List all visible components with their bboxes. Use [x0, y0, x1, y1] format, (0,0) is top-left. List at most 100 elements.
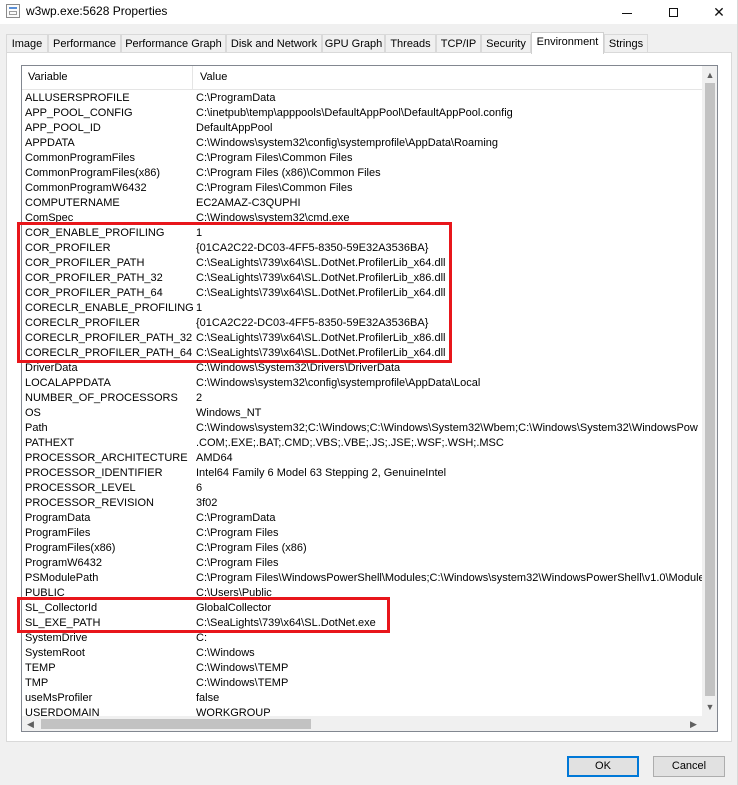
value-cell: 1	[196, 227, 203, 239]
table-row[interactable]: ProgramW6432 C:\Program Files	[22, 556, 702, 571]
table-row[interactable]: CORECLR_PROFILER_PATH_32 C:\SeaLights\739…	[22, 331, 702, 346]
value-cell: C:\Users\Public	[196, 587, 272, 599]
table-row[interactable]: CommonProgramW6432 C:\Program Files\Commo…	[22, 181, 702, 196]
table-row[interactable]: PROCESSOR_IDENTIFIER Intel64 Family 6 Mod…	[22, 466, 702, 481]
table-row[interactable]: PUBLIC C:\Users\Public	[22, 586, 702, 601]
variable-cell: NUMBER_OF_PROCESSORS	[25, 392, 178, 404]
scroll-left-button[interactable]: ◀	[22, 716, 39, 731]
table-row[interactable]: COR_PROFILER {01CA2C22-DC03-4FF5-8350-59E…	[22, 241, 702, 256]
table-row[interactable]: CORECLR_ENABLE_PROFILING 1	[22, 301, 702, 316]
value-cell: C:\Windows\TEMP	[196, 662, 289, 674]
scroll-up-button[interactable]: ▲	[702, 66, 717, 83]
minimize-icon	[622, 12, 632, 14]
tab-disk-and-network[interactable]: Disk and Network	[226, 34, 322, 52]
variable-cell: PATHEXT	[25, 437, 75, 449]
variable-cell: DriverData	[25, 362, 78, 374]
table-row[interactable]: APP_POOL_ID DefaultAppPool	[22, 121, 702, 136]
table-row[interactable]: TMP C:\Windows\TEMP	[22, 676, 702, 691]
table-row[interactable]: ProgramFiles C:\Program Files	[22, 526, 702, 541]
tab-tcp-ip[interactable]: TCP/IP	[436, 34, 481, 52]
table-row[interactable]: CommonProgramFiles(x86) C:\Program Files …	[22, 166, 702, 181]
vertical-scrollbar[interactable]: ▲ ▼	[702, 66, 717, 716]
variable-cell: ALLUSERSPROFILE	[25, 92, 130, 104]
table-row[interactable]: COR_PROFILER_PATH_64 C:\SeaLights\739\x64…	[22, 286, 702, 301]
column-header-variable[interactable]: Variable	[22, 66, 193, 89]
table-row[interactable]: APPDATA C:\Windows\system32\config\system…	[22, 136, 702, 151]
table-row[interactable]: PROCESSOR_LEVEL 6	[22, 481, 702, 496]
table-row[interactable]: PROCESSOR_ARCHITECTURE AMD64	[22, 451, 702, 466]
value-cell: C:\Windows\system32\cmd.exe	[196, 212, 350, 224]
value-cell: 6	[196, 482, 203, 494]
scroll-right-button[interactable]: ▶	[685, 716, 702, 731]
tab-gpu-graph[interactable]: GPU Graph	[322, 34, 385, 52]
table-row[interactable]: Path C:\Windows\system32;C:\Windows;C:\Wi…	[22, 421, 702, 436]
value-cell: C:\Program Files (x86)	[196, 542, 307, 554]
table-row[interactable]: ProgramData C:\ProgramData	[22, 511, 702, 526]
value-cell: C:\Program Files (x86)\Common Files	[196, 167, 381, 179]
table-row[interactable]: CORECLR_PROFILER {01CA2C22-DC03-4FF5-8350…	[22, 316, 702, 331]
close-button[interactable]: ✕	[696, 0, 738, 24]
table-row[interactable]: useMsProfiler false	[22, 691, 702, 706]
value-cell: C:\Windows\system32\config\systemprofile…	[196, 377, 481, 389]
table-row[interactable]: ALLUSERSPROFILE C:\ProgramData	[22, 91, 702, 106]
value-cell: C:\inetpub\temp\apppools\DefaultAppPool\…	[196, 107, 513, 119]
value-cell: 1	[196, 302, 203, 314]
table-row[interactable]: SL_EXE_PATH C:\SeaLights\739\x64\SL.DotNe…	[22, 616, 702, 631]
tab-strings[interactable]: Strings	[604, 34, 648, 52]
horizontal-scrollbar[interactable]: ◀ ▶	[22, 716, 702, 731]
variable-cell: APP_POOL_ID	[25, 122, 101, 134]
value-cell: C:\SeaLights\739\x64\SL.DotNet.ProfilerL…	[196, 332, 446, 344]
table-row[interactable]: NUMBER_OF_PROCESSORS 2	[22, 391, 702, 406]
table-row[interactable]: COR_PROFILER_PATH_32 C:\SeaLights\739\x64…	[22, 271, 702, 286]
table-row[interactable]: APP_POOL_CONFIG C:\inetpub\temp\apppools\…	[22, 106, 702, 121]
variable-cell: ProgramData	[25, 512, 91, 524]
table-row[interactable]: PATHEXT .COM;.EXE;.BAT;.CMD;.VBS;.VBE;.JS…	[22, 436, 702, 451]
triangle-right-icon: ▶	[690, 718, 697, 729]
title-bar[interactable]: w3wp.exe:5628 Properties ✕	[0, 0, 737, 24]
table-row[interactable]: PSModulePath C:\Program Files\WindowsPowe…	[22, 571, 702, 586]
value-cell: 3f02	[196, 497, 218, 509]
table-row[interactable]: COR_ENABLE_PROFILING 1	[22, 226, 702, 241]
value-cell: C:\SeaLights\739\x64\SL.DotNet.ProfilerL…	[196, 287, 446, 299]
environment-variables-list[interactable]: Variable Value ALLUSERSPROFILE C:\Program…	[21, 65, 718, 732]
value-cell: Windows_NT	[196, 407, 262, 419]
ok-button[interactable]: OK	[567, 756, 639, 777]
vertical-scroll-thumb[interactable]	[705, 83, 715, 696]
table-row[interactable]: ProgramFiles(x86) C:\Program Files (x86)	[22, 541, 702, 556]
table-row[interactable]: COR_PROFILER_PATH C:\SeaLights\739\x64\SL…	[22, 256, 702, 271]
table-row[interactable]: TEMP C:\Windows\TEMP	[22, 661, 702, 676]
table-row[interactable]: CORECLR_PROFILER_PATH_64 C:\SeaLights\739…	[22, 346, 702, 361]
table-row[interactable]: SL_CollectorId GlobalCollector	[22, 601, 702, 616]
table-row[interactable]: ComSpec C:\Windows\system32\cmd.exe	[22, 211, 702, 226]
scroll-down-button[interactable]: ▼	[702, 698, 717, 715]
variable-cell: COR_PROFILER_PATH	[25, 257, 145, 269]
triangle-up-icon: ▲	[705, 69, 715, 80]
value-cell: C:\Windows\TEMP	[196, 677, 289, 689]
table-row[interactable]: CommonProgramFiles C:\Program Files\Commo…	[22, 151, 702, 166]
tab-image[interactable]: Image	[6, 34, 48, 52]
cancel-button[interactable]: Cancel	[653, 756, 725, 777]
table-row[interactable]: OS Windows_NT	[22, 406, 702, 421]
table-row[interactable]: DriverData C:\Windows\System32\Drivers\Dr…	[22, 361, 702, 376]
value-cell: C:\Program Files	[196, 527, 279, 539]
tab-environment[interactable]: Environment	[531, 32, 604, 54]
tab-performance[interactable]: Performance	[48, 34, 121, 52]
tab-threads[interactable]: Threads	[385, 34, 436, 52]
variable-cell: Path	[25, 422, 48, 434]
variable-cell: CORECLR_PROFILER_PATH_32	[25, 332, 193, 344]
horizontal-scroll-thumb[interactable]	[41, 719, 311, 729]
table-row[interactable]: SystemDrive C:	[22, 631, 702, 646]
variable-cell: SystemRoot	[25, 647, 85, 659]
tab-performance-graph[interactable]: Performance Graph	[121, 34, 226, 52]
maximize-button[interactable]	[650, 0, 696, 24]
table-row[interactable]: COMPUTERNAME EC2AMAZ-C3QUPHI	[22, 196, 702, 211]
value-cell: Intel64 Family 6 Model 63 Stepping 2, Ge…	[196, 467, 447, 479]
table-row[interactable]: SystemRoot C:\Windows	[22, 646, 702, 661]
tab-security[interactable]: Security	[481, 34, 531, 52]
minimize-button[interactable]	[604, 0, 650, 24]
variable-cell: SystemDrive	[25, 632, 88, 644]
table-row[interactable]: LOCALAPPDATA C:\Windows\system32\config\s…	[22, 376, 702, 391]
table-row[interactable]: PROCESSOR_REVISION 3f02	[22, 496, 702, 511]
column-header-value[interactable]: Value	[193, 66, 702, 89]
value-cell: C:	[196, 632, 207, 644]
